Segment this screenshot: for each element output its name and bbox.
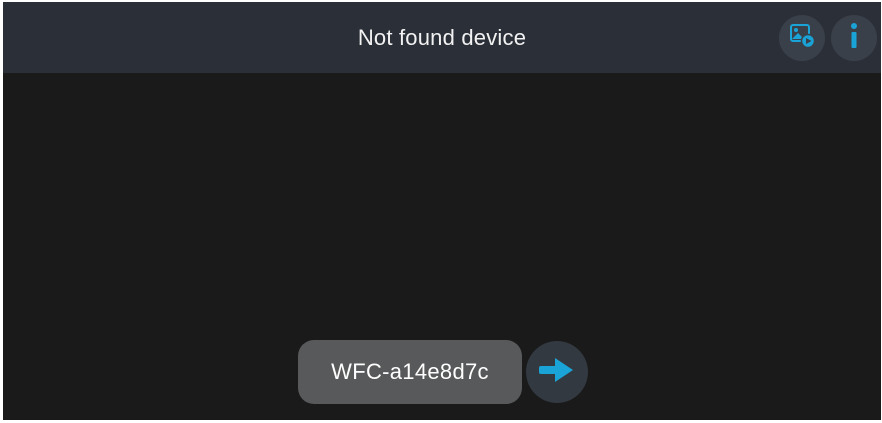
gallery-play-icon (788, 23, 816, 54)
device-name-label[interactable]: WFC-a14e8d7c (298, 340, 522, 404)
connect-arrow-button[interactable] (526, 341, 588, 403)
media-gallery-button[interactable] (779, 15, 825, 61)
info-button[interactable] (831, 15, 877, 61)
top-bar: Not found device (3, 2, 881, 73)
app-screen: Not found device WFC-a14e8d7c (3, 2, 881, 420)
arrow-right-icon (537, 355, 577, 390)
page-title: Not found device (357, 25, 527, 50)
info-icon (847, 22, 861, 55)
